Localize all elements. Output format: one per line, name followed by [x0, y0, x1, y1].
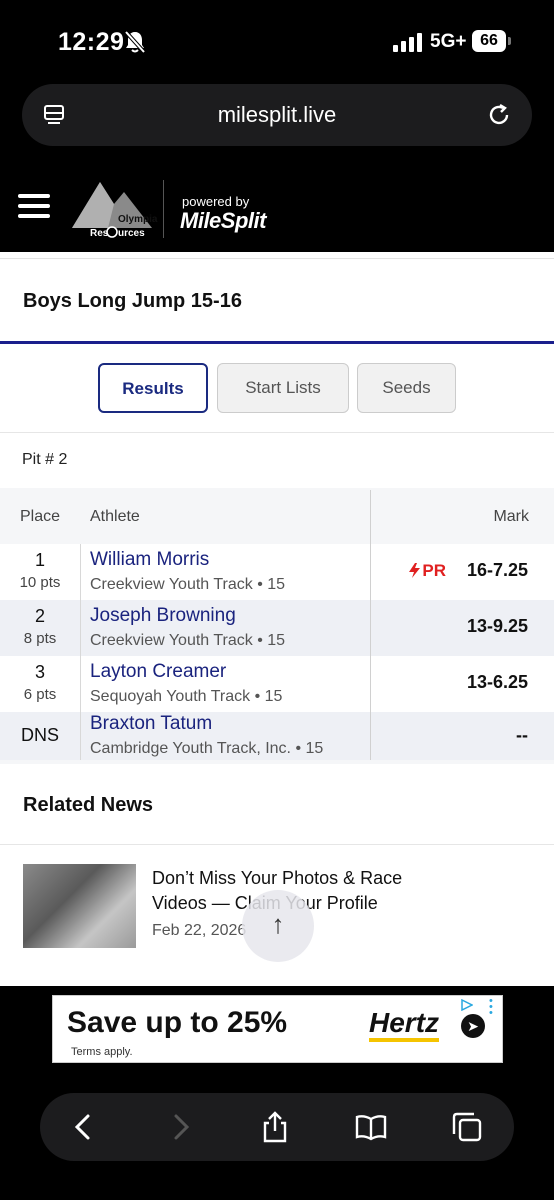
points: 6 pts [23, 686, 57, 703]
table-row[interactable]: 1 10 pts William Morris Creekview Youth … [0, 544, 554, 600]
ad-headline[interactable]: Save up to 25% [67, 1006, 287, 1040]
team-name: Sequoyah Youth Track • 15 [90, 688, 283, 705]
bell-muted-icon [124, 30, 146, 54]
milesplit-logo[interactable]: MileSplit [180, 208, 266, 234]
svg-text:Olympia: Olympia [118, 214, 158, 225]
tab-seeds[interactable]: Seeds [357, 363, 456, 413]
menu-icon[interactable] [18, 194, 50, 220]
browser-toolbar [40, 1093, 514, 1161]
reload-icon[interactable] [486, 102, 512, 128]
svg-text:Res: Res [90, 228, 109, 239]
tabs-icon[interactable] [450, 1110, 484, 1144]
ad-terms: Terms apply. [71, 1046, 133, 1058]
mark: 16-7.25 [466, 560, 528, 580]
bookmarks-icon[interactable] [354, 1110, 388, 1144]
battery-cap [508, 37, 511, 45]
related-news-title: Related News [23, 794, 154, 816]
pr-badge: PR [409, 561, 446, 581]
arrow-up-icon: ↑ [271, 909, 285, 939]
title-underline [0, 341, 554, 344]
header-athlete: Athlete [90, 508, 140, 525]
network-type: 5G+ [430, 31, 467, 52]
olympia-resources-logo[interactable]: Olympia Res urces [70, 178, 160, 240]
tab-results[interactable]: Results [98, 363, 208, 413]
header-mark: Mark [493, 508, 529, 525]
athlete-link[interactable]: Braxton Tatum [90, 713, 212, 735]
ad-banner[interactable]: Save up to 25% Terms apply. Hertz ➤ • • • [52, 995, 503, 1063]
place: 1 [34, 550, 45, 570]
lightning-icon [409, 563, 421, 578]
pr-label: PR [422, 561, 446, 580]
battery-icon: 66 [472, 30, 506, 52]
team-name: Creekview Youth Track • 15 [90, 632, 286, 649]
table-row[interactable]: DNS Braxton Tatum Cambridge Youth Track,… [0, 712, 554, 760]
url-text[interactable]: milesplit.live [22, 102, 532, 128]
ad-brand-logo[interactable]: Hertz [369, 1008, 440, 1042]
ad-arrow-icon[interactable]: ➤ [461, 1014, 485, 1038]
news-thumbnail[interactable] [23, 864, 136, 948]
team-name: Cambridge Youth Track, Inc. • 15 [90, 740, 324, 757]
mark: 13-9.25 [466, 616, 528, 636]
column-divider [80, 544, 81, 760]
column-divider [370, 490, 371, 760]
place: 3 [34, 662, 45, 682]
table-row[interactable]: 2 8 pts Joseph Browning Creekview Youth … [0, 600, 554, 656]
svg-text:urces: urces [118, 228, 145, 239]
athlete-link[interactable]: Joseph Browning [90, 605, 236, 627]
header-divider [163, 180, 164, 238]
status-bar: 12:29 5G+ 66 [0, 0, 554, 80]
table-row[interactable]: 3 6 pts Layton Creamer Sequoyah Youth Tr… [0, 656, 554, 712]
adchoices-icon[interactable] [461, 999, 473, 1011]
place: 2 [34, 606, 45, 626]
divider [0, 258, 554, 259]
points: 10 pts [19, 574, 61, 591]
address-bar[interactable]: milesplit.live [22, 84, 532, 146]
page-content: Boys Long Jump 15-16 Results Start Lists… [0, 252, 554, 986]
team-name: Creekview Youth Track • 15 [90, 576, 286, 593]
scroll-to-top-button[interactable]: ↑ [242, 890, 314, 962]
forward-icon[interactable] [164, 1110, 198, 1144]
athlete-link[interactable]: Layton Creamer [90, 661, 226, 683]
powered-by-label: powered by [182, 194, 250, 209]
pit-row: Pit # 2 [0, 432, 554, 488]
share-icon[interactable] [258, 1110, 292, 1144]
points: 8 pts [23, 630, 57, 647]
ad-more-icon[interactable]: • • • [489, 996, 495, 1019]
pit-label: Pit # 2 [22, 451, 68, 468]
status-time: 12:29 [58, 28, 125, 56]
news-date: Feb 22, 2026 [152, 922, 247, 939]
mark: 13-6.25 [466, 672, 528, 692]
signal-icon [393, 33, 422, 52]
mark: -- [516, 725, 528, 745]
event-title: Boys Long Jump 15-16 [23, 290, 242, 312]
place: DNS [20, 725, 59, 745]
header-place: Place [20, 508, 61, 525]
results-table: Place Athlete Mark 1 10 pts William Morr… [0, 488, 554, 764]
back-icon[interactable] [66, 1110, 100, 1144]
athlete-link[interactable]: William Morris [90, 549, 209, 571]
tab-start-lists[interactable]: Start Lists [217, 363, 349, 413]
divider [0, 844, 554, 845]
site-header: Olympia Res urces powered by MileSplit [0, 160, 554, 252]
